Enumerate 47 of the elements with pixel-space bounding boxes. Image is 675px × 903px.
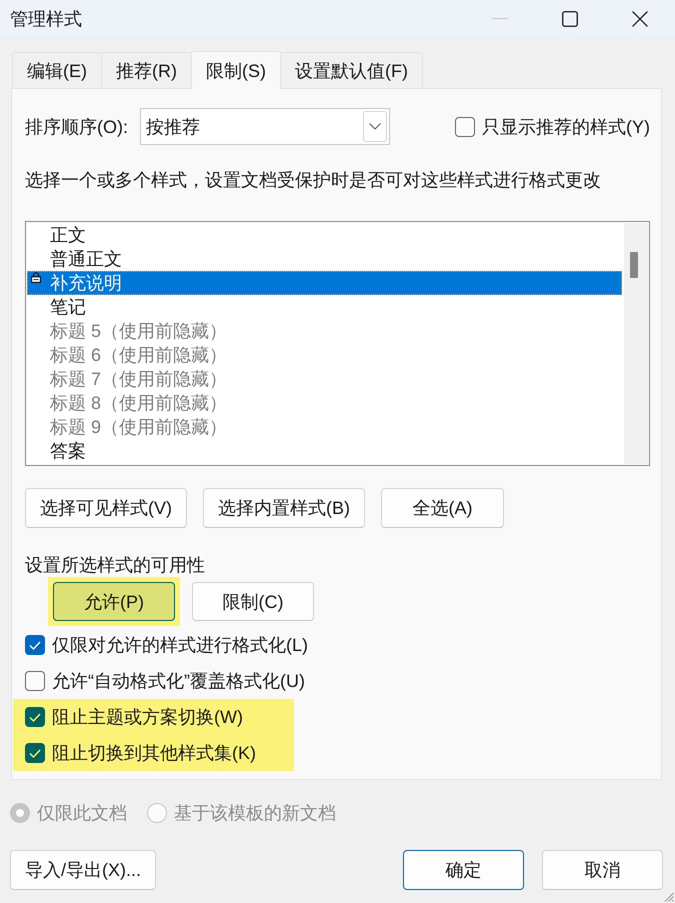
checkmark-icon [29, 748, 41, 758]
checkbox[interactable] [25, 743, 45, 763]
availability-button[interactable]: 限制(C) [192, 582, 314, 621]
radio-label: 基于该模板的新文档 [174, 802, 336, 825]
checkbox[interactable] [25, 635, 45, 655]
dialog-button[interactable]: 确定 [403, 850, 524, 890]
checkbox-label: 允许“自动格式化”覆盖格式化(U) [52, 670, 305, 693]
checkbox-label: 阻止主题或方案切换(W) [52, 706, 243, 729]
dialog-button[interactable]: 导入/导出(X)... [10, 850, 156, 890]
scrollbar[interactable] [624, 223, 648, 464]
sort-order-label: 排序顺序(O): [25, 116, 128, 138]
checkmark-icon [29, 640, 41, 650]
style-list-item[interactable]: 标题 9（使用前隐藏） [27, 415, 622, 439]
style-list-item[interactable]: 补充说明 [27, 271, 622, 295]
tab[interactable]: 编辑(E) [12, 52, 102, 88]
style-list-item[interactable]: 正文 [27, 223, 622, 247]
checkbox[interactable] [25, 671, 45, 691]
section-label: 设置所选样式的可用性 [25, 555, 205, 575]
checkbox-label: 阻止切换到其他样式集(K) [52, 742, 256, 765]
style-list-item[interactable]: 标题 6（使用前隐藏） [27, 343, 622, 367]
dialog-button[interactable]: 取消 [542, 850, 663, 890]
checkbox[interactable] [25, 707, 45, 727]
style-list-item[interactable]: 标题 7（使用前隐藏） [27, 367, 622, 391]
radio-label: 仅限此文档 [37, 802, 127, 825]
checkmark-icon [29, 712, 41, 722]
availability-button[interactable]: 允许(P) [53, 582, 175, 621]
instruction-text: 选择一个或多个样式，设置文档受保护时是否可对这些样式进行格式更改 [25, 170, 601, 190]
style-list-item[interactable]: 答案 [27, 439, 622, 463]
sort-order-dropdown[interactable]: 按推荐 [140, 108, 390, 145]
tab[interactable]: 设置默认值(F) [280, 52, 423, 88]
style-list-item[interactable]: 标题 8（使用前隐藏） [27, 391, 622, 415]
chevron-down-icon [363, 111, 387, 142]
checkbox-label: 只显示推荐的样式(Y) [482, 116, 650, 138]
style-list-item[interactable]: 普通正文 [27, 247, 622, 271]
maximize-icon [562, 10, 578, 26]
style-select-button[interactable]: 选择内置样式(B) [203, 488, 365, 528]
style-list-item[interactable]: 笔记 [27, 295, 622, 319]
style-list-item[interactable]: 标题 5（使用前隐藏） [27, 319, 622, 343]
checkbox-label: 仅限对允许的样式进行格式化(L) [52, 634, 308, 657]
checkbox[interactable] [455, 116, 475, 136]
window-title: 管理样式 [9, 8, 83, 30]
tab[interactable]: 限制(S) [191, 51, 281, 89]
style-select-button[interactable]: 全选(A) [381, 488, 504, 528]
close-icon [632, 10, 648, 26]
scrollbar-thumb[interactable] [630, 252, 638, 278]
style-select-button[interactable]: 选择可见样式(V) [25, 488, 187, 528]
resize-grip-icon[interactable] [664, 892, 674, 902]
